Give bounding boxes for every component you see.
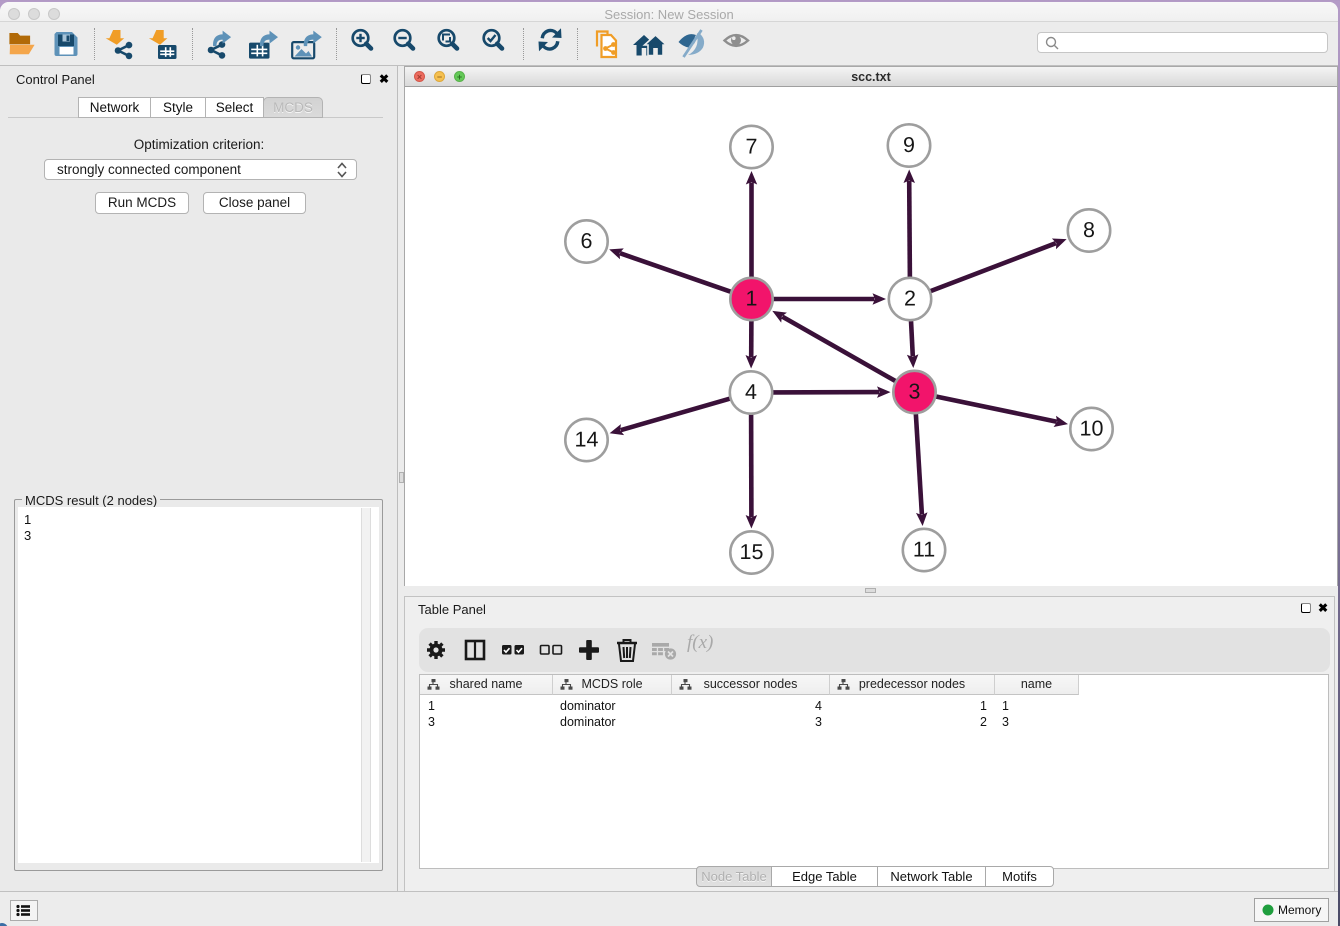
svg-text:14: 14 [575, 428, 599, 452]
svg-text:6: 6 [581, 229, 593, 253]
svg-text:4: 4 [745, 380, 757, 404]
svg-text:15: 15 [740, 540, 764, 564]
svg-text:7: 7 [746, 135, 758, 159]
svg-text:9: 9 [903, 133, 915, 157]
svg-text:3: 3 [909, 380, 921, 404]
svg-text:1: 1 [746, 287, 758, 311]
svg-text:Memory: Memory [1278, 903, 1321, 917]
svg-text:10: 10 [1080, 417, 1104, 441]
svg-text:8: 8 [1083, 218, 1095, 242]
svg-text:2: 2 [904, 287, 916, 311]
svg-text:11: 11 [913, 538, 935, 562]
